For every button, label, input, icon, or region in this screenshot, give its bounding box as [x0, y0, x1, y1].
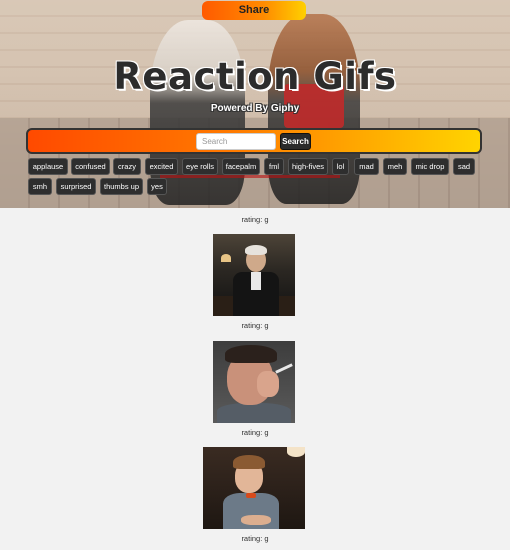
tag-button-mad[interactable]: mad	[354, 158, 379, 175]
gif-scene-hair	[233, 455, 265, 469]
gif-rating: rating: g	[241, 428, 269, 437]
page-title: Reaction Gifs	[113, 55, 397, 98]
gif-rating: rating: g	[241, 215, 269, 224]
gif-rating: rating: g	[241, 534, 269, 543]
tag-button-yes[interactable]: yes	[147, 178, 167, 195]
tag-button-confused[interactable]: confused	[71, 158, 110, 175]
tag-button-eye-rolls[interactable]: eye rolls	[182, 158, 218, 175]
tag-button-applause[interactable]: applause	[28, 158, 68, 175]
tag-button-facepalm[interactable]: facepalm	[222, 158, 260, 175]
tag-button-sad[interactable]: sad	[453, 158, 475, 175]
tag-button-excited[interactable]: excited	[145, 158, 178, 175]
tag-button-crazy[interactable]: crazy	[113, 158, 141, 175]
gif-image[interactable]	[203, 447, 305, 529]
hero-chair	[160, 175, 340, 207]
tag-button-meh[interactable]: meh	[383, 158, 407, 175]
tag-button-smh[interactable]: smh	[28, 178, 52, 195]
tag-button-thumbs-up[interactable]: thumbs up	[100, 178, 143, 195]
gif-scene-shirt	[217, 403, 291, 423]
gif-image[interactable]	[213, 341, 295, 423]
gif-scene-hand	[257, 371, 279, 397]
tag-button-lol[interactable]: lol	[332, 158, 349, 175]
gif-scene-bowtie	[246, 493, 256, 498]
gif-scene-hair	[245, 245, 267, 255]
gif-scene-hands	[241, 515, 271, 525]
share-button[interactable]: Share	[202, 1, 306, 20]
search-input[interactable]	[196, 133, 276, 150]
gif-scene-lamp	[221, 254, 231, 262]
tag-button-surprised[interactable]: surprised	[56, 178, 96, 195]
gif-scene-pen	[275, 363, 293, 374]
gif-scene-light	[287, 447, 305, 457]
tag-button-mic-drop[interactable]: mic drop	[411, 158, 449, 175]
gif-rating: rating: g	[241, 321, 269, 330]
search-button[interactable]: Search	[280, 133, 311, 150]
gif-scene-shirt	[251, 272, 261, 290]
gif-image[interactable]	[213, 234, 295, 316]
tag-button-high-fives[interactable]: high-fives	[288, 158, 328, 175]
tag-button-fml[interactable]: fml	[264, 158, 284, 175]
page-subtitle: Powered By Giphy	[210, 103, 300, 114]
gif-scene-hair	[225, 345, 277, 363]
